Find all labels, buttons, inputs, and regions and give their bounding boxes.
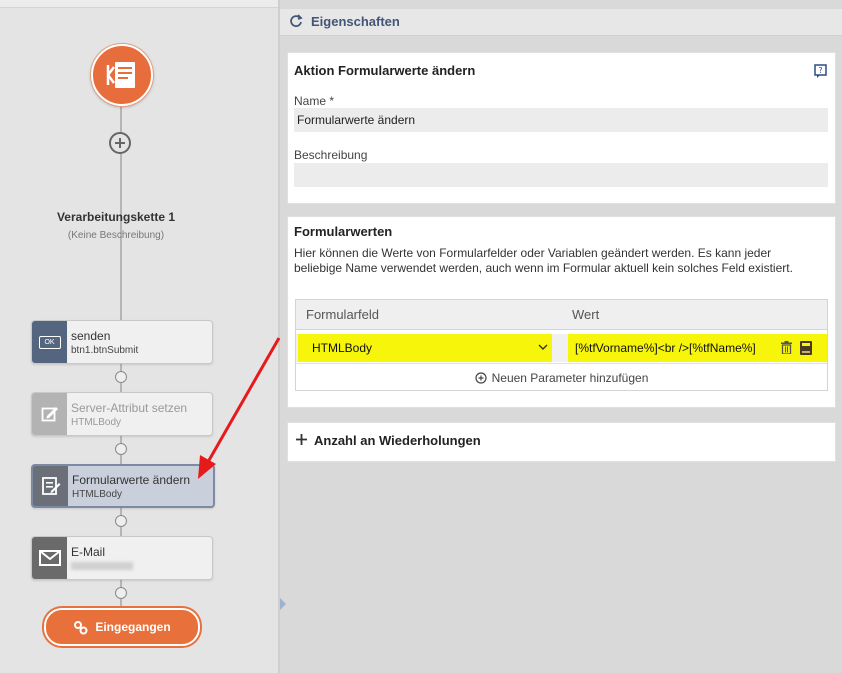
collapse-arrow-icon[interactable] xyxy=(280,598,286,610)
mail-icon xyxy=(32,537,67,579)
connector-dot[interactable] xyxy=(115,443,127,455)
column-formularfeld: Formularfeld xyxy=(306,307,379,322)
form-values-table: Formularfeld Wert HTMLBody [%tfVorname%]… xyxy=(295,299,828,391)
node-subtitle: HTMLBody xyxy=(72,489,123,500)
workflow-node-formularwerte[interactable]: Formularwerte ändern HTMLBody xyxy=(31,464,215,508)
chain-description: (Keine Beschreibung) xyxy=(67,230,165,241)
node-title: senden xyxy=(71,329,111,343)
name-input[interactable]: Formularwerte ändern xyxy=(294,108,828,132)
form-icon xyxy=(106,62,135,88)
end-button-label: Eingegangen xyxy=(95,620,171,634)
plus-icon xyxy=(296,434,307,445)
table-row: HTMLBody [%tfVorname%]<br />[%tfName%] xyxy=(296,334,827,362)
description-input[interactable] xyxy=(294,163,828,187)
connector-dot[interactable] xyxy=(115,515,127,527)
action-title: Aktion Formularwerte ändern xyxy=(294,63,476,78)
add-parameter-button[interactable]: Neuen Parameter hinzufügen xyxy=(296,363,827,391)
trash-icon[interactable] xyxy=(781,341,792,354)
table-header: Formularfeld Wert xyxy=(296,300,827,330)
node-title: Formularwerte ändern xyxy=(72,473,191,487)
panel-title: Eigenschaften xyxy=(311,14,400,29)
workflow-node-email[interactable]: E-Mail xyxy=(31,536,213,580)
form-values-card: Formularwerten Hier können die Werte von… xyxy=(287,216,836,408)
form-values-title: Formularwerten xyxy=(294,224,393,239)
name-label: Name * xyxy=(294,94,335,108)
blurred-subtitle xyxy=(71,562,133,570)
chevron-down-icon[interactable] xyxy=(538,342,548,352)
chain-title: Verarbeitungskette 1 xyxy=(56,210,176,224)
workflow-node-server-attribut[interactable]: Server-Attribut setzen HTMLBody xyxy=(31,392,213,436)
connector-dot[interactable] xyxy=(115,587,127,599)
node-title: E-Mail xyxy=(71,545,106,559)
workflow-canvas: Verarbeitungskette 1 (Keine Beschreibung… xyxy=(0,0,278,673)
field-select-value: HTMLBody xyxy=(312,341,373,355)
gears-icon xyxy=(74,620,88,634)
refresh-icon[interactable] xyxy=(289,14,303,28)
value-input[interactable]: [%tfVorname%]<br />[%tfName%] xyxy=(575,341,756,355)
help-icon[interactable]: ? xyxy=(814,64,827,79)
canvas-top-strip xyxy=(0,0,278,8)
edit-icon xyxy=(32,393,67,435)
workflow-node-senden[interactable]: OK senden btn1.btnSubmit xyxy=(31,320,213,364)
book-icon[interactable] xyxy=(800,341,812,355)
action-card: Aktion Formularwerte ändern ? Name * For… xyxy=(287,52,836,204)
button-icon: OK xyxy=(32,321,67,363)
svg-text:?: ? xyxy=(818,66,822,75)
node-title: Server-Attribut setzen xyxy=(71,401,188,415)
repetitions-label: Anzahl an Wiederholungen xyxy=(314,433,481,448)
column-wert: Wert xyxy=(572,307,600,322)
panel-header: Eigenschaften xyxy=(280,9,842,36)
node-subtitle: btn1.btnSubmit xyxy=(71,345,139,356)
start-form-node[interactable] xyxy=(91,44,153,106)
description-label: Beschreibung xyxy=(294,148,368,162)
field-select[interactable]: HTMLBody xyxy=(298,334,552,362)
add-step-icon[interactable] xyxy=(109,132,131,154)
repetitions-section[interactable]: Anzahl an Wiederholungen xyxy=(287,422,836,462)
properties-panel: Eigenschaften Aktion Formularwerte änder… xyxy=(280,0,842,673)
node-subtitle: HTMLBody xyxy=(71,417,122,428)
form-values-description: Hier können die Werte von Formularfelder… xyxy=(294,246,793,275)
add-parameter-label: Neuen Parameter hinzufügen xyxy=(491,370,649,385)
received-end-button[interactable]: Eingegangen xyxy=(44,608,200,646)
connector-dot[interactable] xyxy=(115,371,127,383)
plus-circle-icon xyxy=(475,371,487,384)
form-edit-icon xyxy=(33,466,68,506)
